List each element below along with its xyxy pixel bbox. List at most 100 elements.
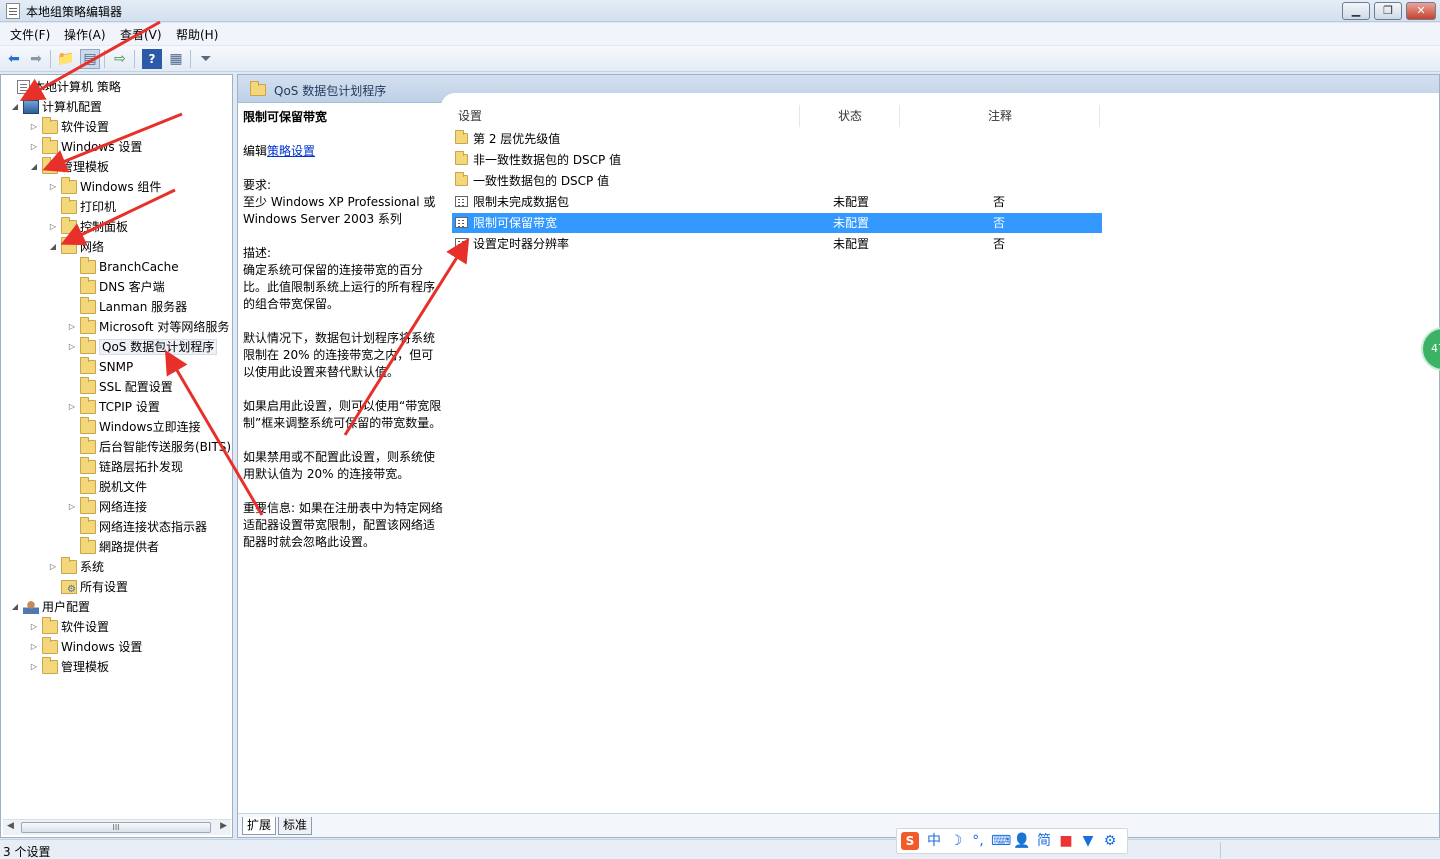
tab-extended[interactable]: 扩展 [242, 817, 277, 835]
menu-action[interactable]: 操作(A) [64, 26, 106, 43]
toolbar-separator [104, 50, 105, 68]
folder-icon [61, 237, 77, 254]
tree-node-software-settings[interactable]: ▷ 软件设置 [29, 117, 109, 137]
list-item[interactable]: 非一致性数据包的 DSCP 值 [452, 150, 1102, 170]
punctuation-icon[interactable]: °, [969, 832, 987, 850]
list-item[interactable]: 一致性数据包的 DSCP 值 [452, 171, 1102, 191]
menu-view[interactable]: 查看(V) [120, 26, 162, 43]
window-title: 本地组策略编辑器 [26, 5, 123, 19]
policy-document-icon [17, 80, 30, 94]
tree-node-admin-templates[interactable]: ◢ 管理模板 [29, 157, 109, 177]
folder-icon [80, 537, 96, 554]
scroll-thumb[interactable]: III [21, 822, 211, 833]
collapsed-triangle-icon[interactable]: ▷ [48, 177, 58, 197]
tree-node-user-software-settings[interactable]: ▷ 软件设置 [29, 617, 109, 637]
up-folder-icon[interactable]: 📁 [56, 49, 76, 69]
properties-icon[interactable]: ▦ [166, 49, 186, 69]
tree-node-user-admin-templates[interactable]: ▷ 管理模板 [29, 657, 109, 677]
tree-node-all-settings[interactable]: 所有设置 [48, 577, 128, 600]
tree-node-user-config[interactable]: ◢ 用户配置 [10, 597, 90, 617]
tab-standard[interactable]: 标准 [278, 817, 313, 835]
expanded-triangle-icon[interactable]: ◢ [10, 97, 20, 117]
keyboard-icon[interactable]: ⌨ [991, 832, 1011, 850]
collapsed-triangle-icon[interactable]: ▷ [29, 657, 39, 677]
description-paragraph: 如果启用此设置，则可以使用“带宽限制”框来调整系统可保留的带宽数量。 [243, 399, 442, 430]
collapsed-triangle-icon[interactable]: ▷ [29, 137, 39, 157]
tree-node-printers[interactable]: 打印机 [48, 197, 116, 217]
tree-node-windows-connect-now[interactable]: Windows立即连接 [67, 417, 201, 437]
forward-arrow-icon[interactable]: ➡ [26, 49, 46, 69]
tree-node-snmp[interactable]: SNMP [67, 357, 133, 377]
menu-file[interactable]: 文件(F) [10, 26, 50, 43]
expanded-triangle-icon[interactable]: ◢ [10, 597, 20, 617]
ime-simplified-mode[interactable]: 简 [1035, 832, 1053, 850]
scroll-right-arrow-icon[interactable]: ▶ [220, 821, 227, 831]
tree-node-local-policy[interactable]: 本地计算机 策略 [4, 77, 121, 97]
column-header-comment[interactable]: 注释 [900, 105, 1100, 127]
tree-node-windows-components[interactable]: ▷ Windows 组件 [48, 177, 161, 197]
video-icon[interactable]: ■ [1057, 832, 1075, 850]
folder-icon [61, 177, 77, 194]
show-hide-tree-icon[interactable]: ▤ [80, 49, 100, 69]
maximize-button[interactable]: ❐ [1374, 2, 1402, 20]
tree-node-ssl-config[interactable]: SSL 配置设置 [67, 377, 173, 397]
tree-node-system[interactable]: ▷ 系统 [48, 557, 104, 577]
tree-node-lanman-server[interactable]: Lanman 服务器 [67, 297, 187, 317]
tree-node-windows-settings[interactable]: ▷ Windows 设置 [29, 137, 142, 157]
expanded-triangle-icon[interactable]: ◢ [48, 237, 58, 257]
list-item[interactable]: 第 2 层优先级值 [452, 129, 1102, 149]
ime-chinese-mode[interactable]: 中 [925, 832, 943, 850]
list-item[interactable]: 限制未完成数据包 未配置否 [452, 192, 1102, 212]
tree-node-microsoft-p2p[interactable]: ▷ Microsoft 对等网络服务 [67, 317, 229, 337]
edit-policy-link[interactable]: 策略设置 [267, 144, 315, 158]
collapsed-triangle-icon[interactable]: ▷ [29, 617, 39, 637]
tree-node-qos-scheduler[interactable]: ▷ QoS 数据包计划程序 [67, 337, 218, 357]
tree-node-computer-config[interactable]: ◢ 计算机配置 [10, 97, 102, 117]
tree-node-network-connections[interactable]: ▷ 网络连接 [67, 497, 147, 517]
minimize-button[interactable]: ▁ [1342, 2, 1370, 20]
collapsed-triangle-icon[interactable]: ▷ [48, 557, 58, 577]
scroll-left-arrow-icon[interactable]: ◀ [7, 821, 14, 831]
back-arrow-icon[interactable]: ⬅ [4, 49, 24, 69]
collapsed-triangle-icon[interactable]: ▷ [67, 337, 77, 357]
tree-node-network-provider[interactable]: 網路提供者 [67, 537, 159, 557]
folder-icon [80, 257, 96, 274]
tree-node-control-panel[interactable]: ▷ 控制面板 [48, 217, 128, 237]
collapsed-triangle-icon[interactable]: ▷ [67, 397, 77, 417]
collapsed-triangle-icon[interactable]: ▷ [67, 317, 77, 337]
column-header-setting[interactable]: 设置 [450, 105, 800, 127]
tree-node-ncsi[interactable]: 网络连接状态指示器 [67, 517, 207, 537]
sogou-logo-icon[interactable]: S [901, 832, 919, 850]
export-list-icon[interactable]: ⇨ [110, 49, 130, 69]
tree-node-link-layer-topology[interactable]: 链路层拓扑发现 [67, 457, 183, 477]
close-button[interactable]: ✕ [1406, 2, 1436, 20]
tree-node-network[interactable]: ◢ 网络 [48, 237, 104, 257]
skin-icon[interactable]: ▼ [1079, 832, 1097, 850]
column-header-state[interactable]: 状态 [800, 105, 900, 127]
expanded-triangle-icon[interactable]: ◢ [29, 157, 39, 177]
list-item[interactable]: 设置定时器分辨率 未配置否 [452, 234, 1102, 254]
tree-node-branchcache[interactable]: BranchCache [67, 257, 179, 277]
menu-help[interactable]: 帮助(H) [176, 26, 218, 43]
filter-icon[interactable]: ⏷ [196, 49, 216, 69]
user-icon[interactable]: 👤 [1013, 832, 1031, 850]
tree-node-tcpip-settings[interactable]: ▷ TCPIP 设置 [67, 397, 160, 417]
tree-node-bits[interactable]: 后台智能传送服务(BITS) [67, 437, 231, 457]
description-paragraph: 如果禁用或不配置此设置，则系统使用默认值为 20% 的连接带宽。 [243, 450, 436, 481]
collapsed-triangle-icon[interactable]: ▷ [29, 117, 39, 137]
computer-icon [23, 100, 39, 114]
folder-icon [80, 497, 96, 514]
moon-icon[interactable]: ☽ [947, 832, 965, 850]
tree-node-dns-client[interactable]: DNS 客户端 [67, 277, 165, 297]
list-item-selected[interactable]: 限制可保留带宽 未配置否 [452, 213, 1102, 233]
settings-gear-icon[interactable]: ⚙ [1101, 832, 1119, 850]
tree-horizontal-scrollbar[interactable]: ◀ III ▶ [3, 819, 231, 835]
collapsed-triangle-icon[interactable]: ▷ [67, 497, 77, 517]
collapsed-triangle-icon[interactable]: ▷ [48, 217, 58, 237]
help-icon[interactable]: ? [142, 49, 162, 69]
collapsed-triangle-icon[interactable]: ▷ [29, 637, 39, 657]
tree-node-offline-files[interactable]: 脱机文件 [67, 477, 147, 497]
details-pane: QoS 数据包计划程序 限制可保留带宽 编辑策略设置 要求: 至少 Windows… [237, 74, 1440, 838]
tree-node-user-windows-settings[interactable]: ▷ Windows 设置 [29, 637, 142, 657]
folder-icon [42, 157, 58, 174]
